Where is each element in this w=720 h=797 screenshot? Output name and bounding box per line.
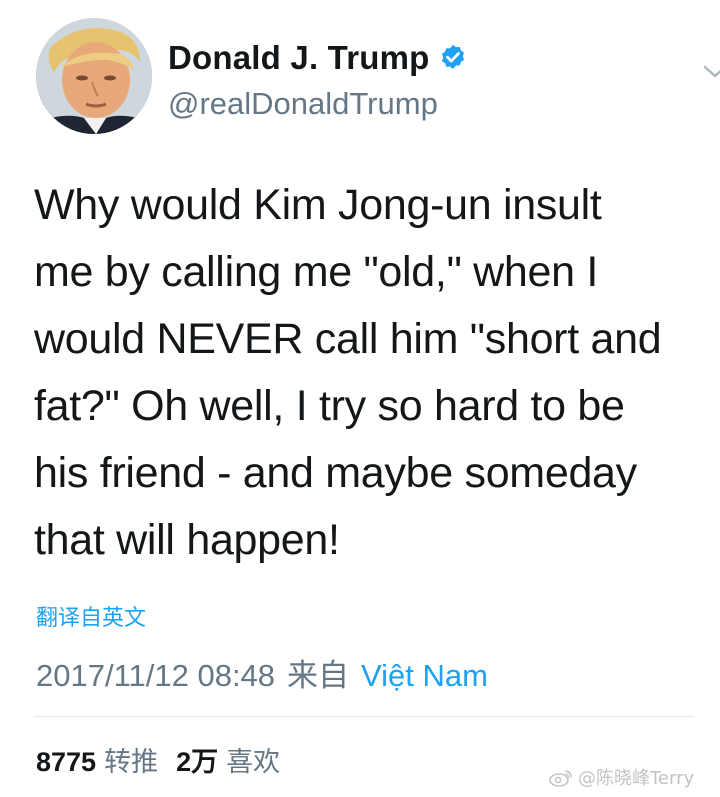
like-label[interactable]: 喜欢 [226,740,280,779]
weibo-icon [549,770,572,787]
tweet-stats: 8775 转推 2万 喜欢 [36,740,280,779]
timestamp[interactable]: 2017/11/12 08:48 [36,658,275,694]
retweet-label[interactable]: 转推 [104,740,158,779]
avatar-portrait-icon [36,18,152,134]
translate-link[interactable]: 翻译自英文 [36,600,146,632]
handle[interactable]: @realDonaldTrump [168,86,468,122]
chevron-down-icon[interactable] [702,63,720,81]
tweet-card: Donald J. Trump @realDonaldTrump Why wou… [0,0,720,797]
display-name-row: Donald J. Trump [168,36,468,80]
watermark-text: @陈晓峰Terry [578,768,695,789]
source-prefix: 来自 [287,658,350,694]
like-count[interactable]: 2万 [176,740,218,779]
display-name[interactable]: Donald J. Trump [168,39,430,77]
tweet-header: Donald J. Trump @realDonaldTrump [36,18,720,138]
user-info: Donald J. Trump @realDonaldTrump [168,36,468,122]
watermark: @陈晓峰Terry [548,764,694,790]
divider [34,716,694,717]
verified-badge-icon [441,44,464,69]
tweet-meta: 2017/11/12 08:48 来自 Việt Nam [36,650,488,695]
tweet-text: Why would Kim Jong-un insult me by calli… [34,181,662,564]
retweet-count[interactable]: 8775 [36,747,96,778]
avatar[interactable] [36,18,152,134]
source-link[interactable]: Việt Nam [361,658,488,694]
